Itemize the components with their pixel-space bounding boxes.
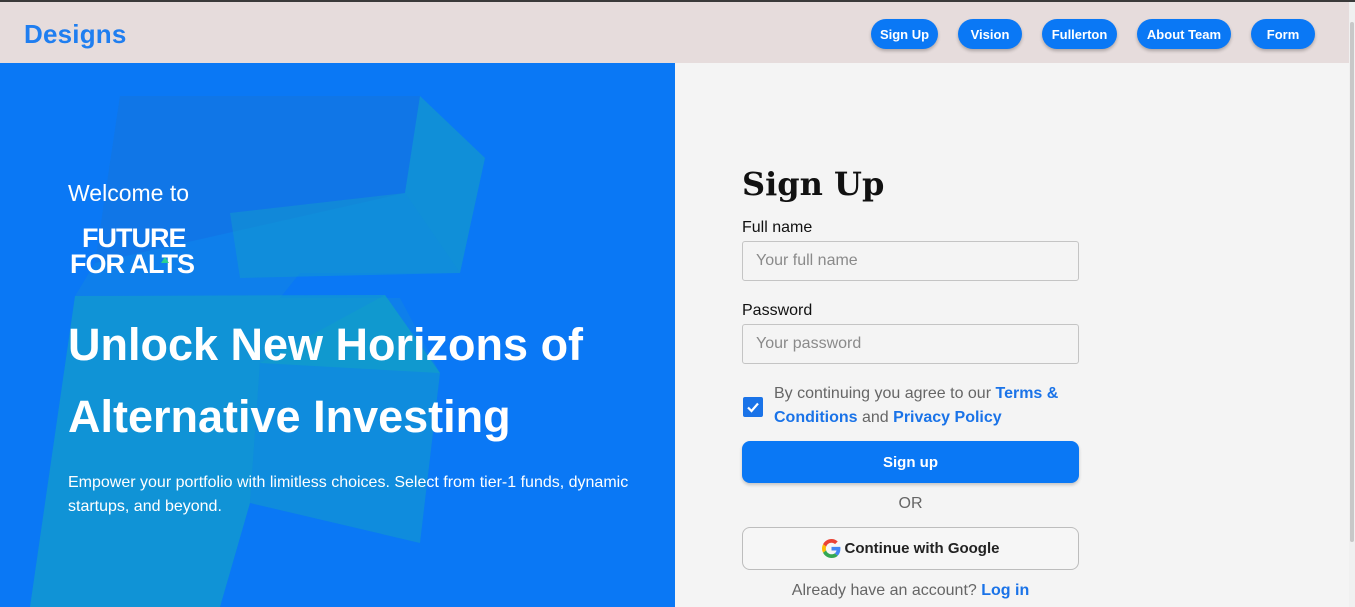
privacy-link[interactable]: Privacy Policy: [893, 409, 1002, 426]
scrollbar[interactable]: [1349, 2, 1355, 607]
nav-vision-button[interactable]: Vision: [958, 19, 1022, 49]
fullname-input[interactable]: [742, 241, 1079, 281]
password-input[interactable]: [742, 324, 1079, 364]
nav-form-button[interactable]: Form: [1251, 19, 1315, 49]
or-divider: OR: [898, 495, 923, 512]
future-for-alts-logo: FUTURE FOR ALTS: [70, 223, 195, 277]
welcome-text: Welcome to: [68, 180, 190, 206]
google-signin-button[interactable]: Continue with Google: [742, 527, 1079, 570]
terms-text: By continuing you agree to our Terms & C…: [774, 382, 1084, 430]
google-button-label: Continue with Google: [844, 540, 1000, 557]
fullname-label: Full name: [742, 219, 813, 236]
nav-fullerton-button[interactable]: Fullerton: [1042, 19, 1117, 49]
brand-logo[interactable]: Designs: [24, 19, 127, 50]
password-label: Password: [742, 302, 813, 319]
login-prompt: Already have an account? Log in: [742, 582, 1079, 600]
form-title: Sign Up: [742, 165, 885, 203]
svg-text:FOR ALTS: FOR ALTS: [70, 249, 194, 277]
google-icon: [821, 539, 840, 558]
signup-button[interactable]: Sign up: [742, 441, 1079, 483]
login-prompt-text: Already have an account?: [791, 582, 982, 599]
login-link[interactable]: Log in: [981, 582, 1029, 599]
terms-prefix: By continuing you agree to our: [774, 385, 996, 402]
hero-panel: Welcome to FUTURE FOR ALTS Unlock New Ho…: [0, 63, 675, 607]
checkmark-icon: [747, 402, 759, 413]
hero-headline: Unlock New Horizons of Alternative Inves…: [68, 309, 668, 453]
terms-checkbox[interactable]: [743, 397, 763, 417]
nav-about-team-button[interactable]: About Team: [1137, 19, 1231, 49]
nav-signup-button[interactable]: Sign Up: [871, 19, 938, 49]
headline-line-1: Unlock New Horizons of: [68, 319, 584, 370]
hero-subtext: Empower your portfolio with limitless ch…: [68, 474, 629, 515]
headline-line-2: Alternative Investing: [68, 391, 511, 442]
scrollbar-thumb[interactable]: [1350, 22, 1354, 542]
terms-and: and: [857, 409, 894, 426]
navbar: Designs Sign Up Vision Fullerton About T…: [0, 2, 1349, 63]
